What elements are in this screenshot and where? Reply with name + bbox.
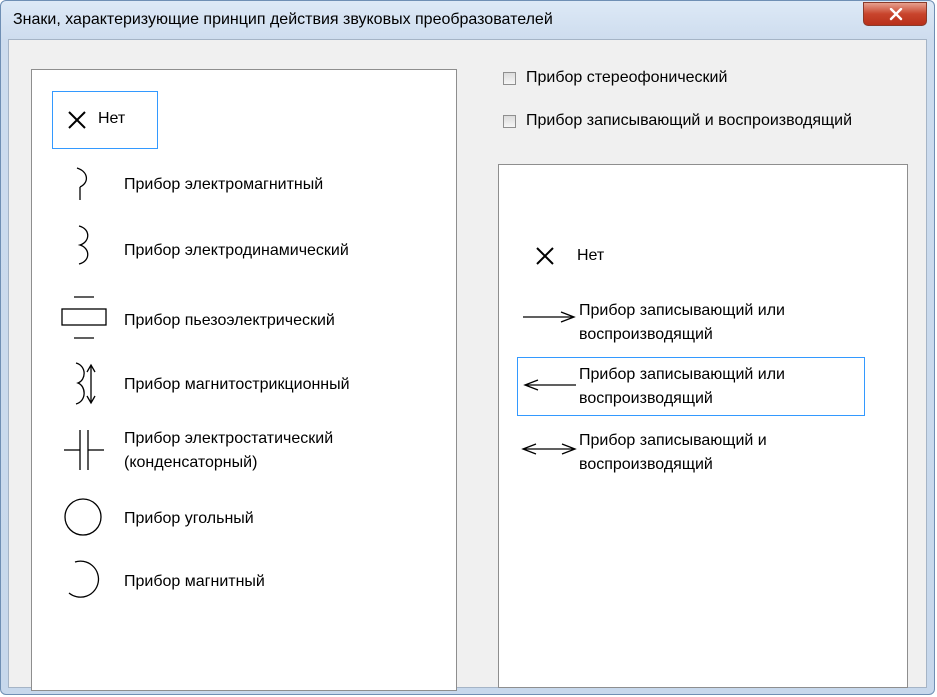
- piezoelectric-icon: [61, 296, 107, 339]
- list-item-label: Прибор электродинамический: [124, 242, 349, 259]
- list-item-none[interactable]: Нет: [52, 91, 158, 149]
- circle-icon: [64, 498, 102, 536]
- list-item-label-line2: (конденсаторный): [124, 454, 258, 471]
- list-item-label-line1: Прибор записывающий или: [579, 302, 785, 319]
- close-icon: [889, 8, 903, 21]
- list-item-record-or-play-backward[interactable]: Прибор записывающий или воспроизводящий: [517, 357, 865, 416]
- cross-icon: [536, 247, 554, 265]
- cross-icon: [68, 111, 86, 129]
- list-item-label: Нет: [577, 247, 605, 264]
- electromagnetic-icon: [76, 167, 88, 200]
- dialog-window: Знаки, характеризующие принцип действия …: [0, 0, 935, 695]
- list-item-label: Прибор пьезоэлектрический: [124, 312, 335, 329]
- arrow-right-icon: [523, 311, 576, 323]
- list-item-label-line2: воспроизводящий: [579, 326, 713, 343]
- magnetostrictive-icon: [75, 362, 96, 405]
- stereo-checkbox[interactable]: [503, 72, 516, 85]
- list-item-label-line2: воспроизводящий: [579, 456, 713, 473]
- record-play-checkbox[interactable]: [503, 115, 516, 128]
- electrodynamic-icon: [77, 225, 89, 265]
- list-item-label: Прибор угольный: [124, 510, 254, 527]
- list-item-label-line1: Прибор записывающий и: [579, 432, 767, 449]
- title-bar[interactable]: Знаки, характеризующие принцип действия …: [1, 1, 936, 41]
- close-button[interactable]: [863, 2, 927, 26]
- list-item-label: Прибор магнитный: [124, 573, 265, 590]
- arrow-both-icon: [521, 443, 577, 455]
- record-play-checkbox-label[interactable]: Прибор записывающий и воспроизводящий: [526, 112, 852, 130]
- list-item-label: Прибор электромагнитный: [124, 176, 324, 193]
- list-item-label: Прибор магнитострикционный: [124, 376, 350, 393]
- arrow-left-icon: [523, 379, 576, 391]
- window-title: Знаки, характеризующие принцип действия …: [13, 11, 553, 28]
- arc-icon: [68, 560, 100, 598]
- direction-list[interactable]: Нет Прибор записывающий или воспроизводя…: [498, 164, 908, 688]
- list-item-label-line2: воспроизводящий: [579, 390, 713, 407]
- stereo-checkbox-label[interactable]: Прибор стереофонический: [526, 69, 727, 87]
- list-item-label: Нет: [98, 110, 126, 127]
- dialog-client-area: Нет Прибор электромагнитный Прибор элект…: [8, 39, 927, 691]
- principle-list[interactable]: Нет Прибор электромагнитный Прибор элект…: [31, 69, 457, 691]
- list-item-label-line1: Прибор электростатический: [124, 430, 334, 447]
- list-item-label-line1: Прибор записывающий или: [579, 366, 785, 383]
- electrostatic-icon: [64, 430, 104, 470]
